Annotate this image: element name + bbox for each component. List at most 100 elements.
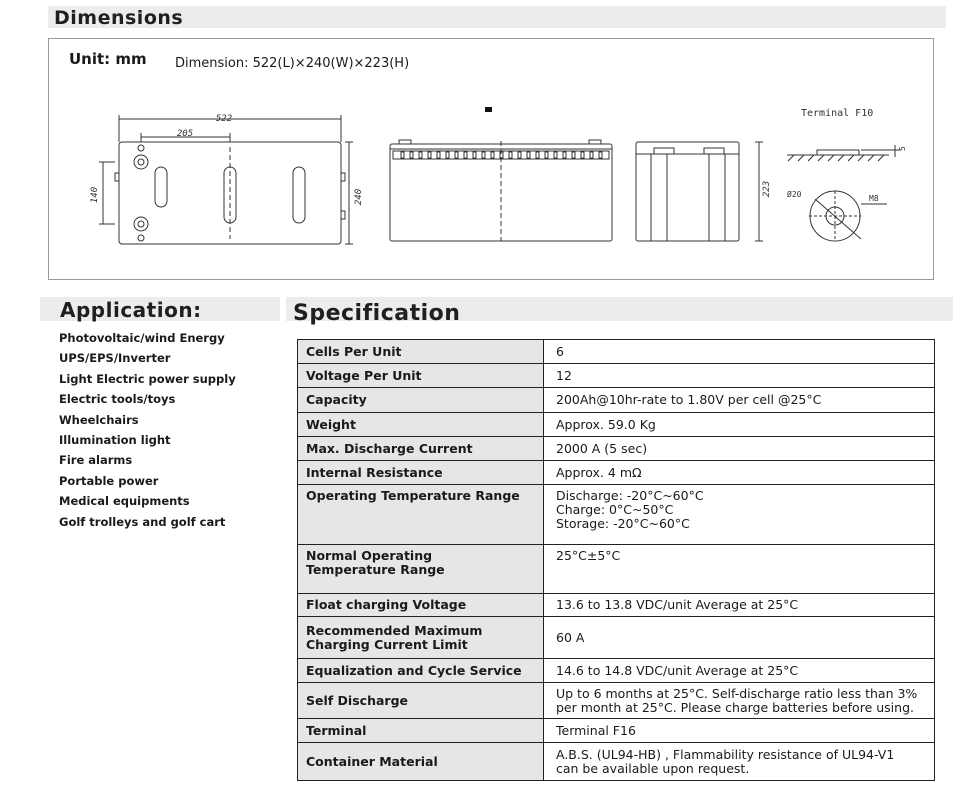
terminal-height-label: 5 (898, 146, 907, 151)
front-rib (535, 151, 540, 159)
front-rib (427, 151, 432, 159)
spec-value: 2000 A (5 sec) (543, 436, 935, 461)
spec-value: 200Ah@10hr-rate to 1.80V per cell @25°C (543, 387, 935, 413)
spec-value: A.B.S. (UL94-HB) , Flammability resistan… (543, 742, 935, 781)
spec-row: Terminal Terminal F16 (297, 718, 935, 743)
spec-label: Voltage Per Unit (297, 363, 544, 388)
application-item: Illumination light (59, 432, 171, 447)
spec-row: Cells Per Unit 6 (297, 339, 935, 364)
front-rib (490, 151, 495, 159)
application-item: Wheelchairs (59, 412, 139, 427)
front-rib (571, 151, 576, 159)
front-rib (544, 151, 549, 159)
front-rib (436, 151, 441, 159)
spec-label-line: Normal Operating (306, 548, 433, 563)
front-rib (589, 151, 594, 159)
front-rib (463, 151, 468, 159)
front-rib (454, 151, 459, 159)
application-header-bar: Application: (40, 297, 280, 322)
spec-row: Internal Resistance Approx. 4 mΩ (297, 460, 935, 485)
spec-value-line: Up to 6 months at 25°C. Self-discharge r… (556, 685, 918, 701)
spec-label-line: Temperature Range (306, 562, 445, 577)
battery-technical-drawing: 522 205 240 140 223 Terminal F10 5 Ø20 M… (90, 107, 907, 245)
terminal-side-drawing (787, 145, 901, 162)
width-dimension-label: 240 (354, 189, 364, 205)
spec-label: Weight (297, 412, 544, 437)
application-item: Electric tools/toys (59, 392, 176, 407)
dimension-text: Dimension: 522(L)×240(W)×223(H) (175, 56, 410, 71)
spec-row: Float charging Voltage 13.6 to 13.8 VDC/u… (297, 593, 935, 617)
specification-header-bar: Specification (286, 297, 953, 326)
terminal-detail-label: Terminal F10 (801, 108, 873, 119)
length-dimension-label: 522 (216, 114, 232, 124)
spec-label: Capacity (297, 387, 544, 413)
spec-label-line: Recommended Maximum (306, 622, 483, 638)
application-item: Photovoltaic/wind Energy (59, 331, 225, 345)
spec-row: Operating Temperature Range Discharge: -2… (297, 484, 935, 545)
spec-row: Equalization and Cycle Service 14.6 to 14… (297, 658, 935, 683)
unit-label: Unit: mm (69, 50, 147, 68)
spec-label: Self Discharge (297, 682, 544, 719)
spec-value: Approx. 4 mΩ (543, 460, 935, 485)
front-rib (508, 151, 513, 159)
terminal-spacing-label: 205 (177, 129, 193, 139)
spec-row: Recommended Maximum Charging Current Limi… (297, 616, 935, 659)
spec-row: Weight Approx. 59.0 Kg (297, 412, 935, 437)
application-heading: Application: (60, 298, 202, 322)
spec-label: Operating Temperature Range (297, 484, 544, 545)
spec-row: Voltage Per Unit 12 (297, 363, 935, 388)
application-item: Fire alarms (59, 453, 133, 468)
specification-heading: Specification (293, 301, 461, 326)
front-view-drawing (389, 107, 613, 242)
spec-value: 14.6 to 14.8 VDC/unit Average at 25°C (543, 658, 935, 683)
spec-value: Up to 6 months at 25°C. Self-discharge r… (543, 682, 935, 719)
dimensions-heading: Dimensions (54, 7, 184, 29)
spec-label: Max. Discharge Current (297, 436, 544, 461)
spec-value-line: Charge: 0°C~50°C (556, 502, 674, 517)
spec-label: Container Material (297, 742, 544, 781)
spec-value-line: can be available upon request. (556, 760, 750, 776)
spec-value: 13.6 to 13.8 VDC/unit Average at 25°C (543, 593, 935, 617)
spec-value: 12 (543, 363, 935, 388)
bolt-size-label: M8 (869, 194, 879, 203)
spec-label-line: Charging Current Limit (306, 636, 468, 652)
spec-value: 60 A (543, 616, 935, 659)
front-rib (580, 151, 585, 159)
specification-table: Cells Per Unit 6 Voltage Per Unit 12 Capacit… (297, 339, 935, 781)
spec-label: Float charging Voltage (297, 593, 544, 617)
spec-row: Capacity 200Ah@10hr-rate to 1.80V per cel… (297, 387, 935, 413)
spec-value: Discharge: -20°C~60°C Charge: 0°C~50°C Sto… (543, 484, 935, 545)
spec-value: Terminal F16 (543, 718, 935, 743)
spec-value: 25°C±5°C (543, 544, 935, 594)
front-rib (598, 151, 603, 159)
spec-row: Normal Operating Temperature Range 25°C±5°… (297, 544, 935, 594)
spec-row: Container Material A.B.S. (UL94-HB) , Fla… (297, 742, 935, 781)
spec-label: Terminal (297, 718, 544, 743)
spec-value: 6 (543, 339, 935, 364)
front-rib (526, 151, 531, 159)
spec-value-line: Discharge: -20°C~60°C (556, 488, 704, 503)
application-list: Photovoltaic/wind Energy UPS/EPS/Inverter… (59, 331, 236, 535)
side-view-drawing (635, 141, 763, 242)
front-rib (562, 151, 567, 159)
front-rib (445, 151, 450, 159)
spec-value-line: per month at 25°C. Please charge batteri… (556, 699, 914, 715)
spec-row: Self Discharge Up to 6 months at 25°C. Se… (297, 682, 935, 719)
front-rib (472, 151, 477, 159)
spec-label: Normal Operating Temperature Range (297, 544, 544, 594)
mount-spacing-label: 140 (90, 187, 100, 203)
terminal-diameter-label: Ø20 (787, 189, 802, 199)
dimensions-header-bar: Dimensions (48, 6, 946, 29)
front-rib (517, 151, 522, 159)
spec-value-line: A.B.S. (UL94-HB) , Flammability resistan… (556, 746, 895, 762)
spec-row: Max. Discharge Current 2000 A (5 sec) (297, 436, 935, 461)
application-item: Light Electric power supply (59, 371, 236, 386)
spec-label: Recommended Maximum Charging Current Limi… (297, 616, 544, 659)
dimensions-panel: 522 205 240 140 223 Terminal F10 5 Ø20 M… (48, 38, 934, 280)
spec-value: Approx. 59.0 Kg (543, 412, 935, 437)
application-item: Golf trolleys and golf cart (59, 514, 226, 529)
application-item: UPS/EPS/Inverter (59, 351, 171, 366)
spec-label: Internal Resistance (297, 460, 544, 485)
application-item: Medical equipments (59, 494, 190, 509)
spec-label: Equalization and Cycle Service (297, 658, 544, 683)
